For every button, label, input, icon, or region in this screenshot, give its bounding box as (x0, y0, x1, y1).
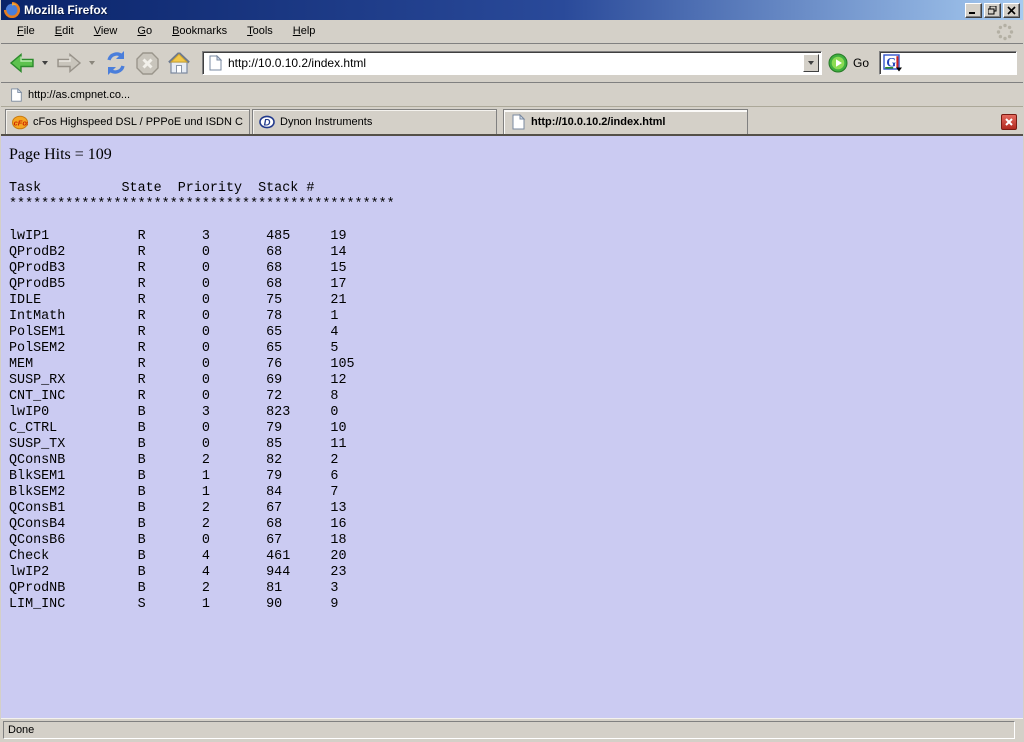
navigation-toolbar: Go G (1, 44, 1023, 83)
home-icon (166, 51, 192, 76)
status-text: Done (3, 721, 1015, 739)
url-dropdown-button[interactable] (803, 54, 819, 72)
tab-index-html[interactable]: http://10.0.10.2/index.html (503, 109, 748, 134)
forward-dropdown-icon[interactable] (89, 61, 95, 65)
restore-button[interactable] (984, 3, 1001, 18)
svg-text:D: D (264, 117, 271, 128)
page-content: Page Hits = 109 Task State Priority Stac… (1, 136, 1023, 718)
close-tab-button[interactable] (1001, 114, 1017, 130)
tab-cfos[interactable]: cFos cFos Highspeed DSL / PPPoE und ISDN… (5, 109, 250, 134)
go-label: Go (853, 56, 869, 70)
url-input[interactable] (228, 56, 803, 70)
page-icon (207, 55, 223, 71)
back-button[interactable] (7, 49, 37, 77)
tab-label: cFos Highspeed DSL / PPPoE und ISDN CAP.… (33, 116, 243, 128)
close-icon (1005, 118, 1013, 126)
tab-label: http://10.0.10.2/index.html (531, 116, 665, 128)
stop-button[interactable] (133, 49, 162, 78)
tab-dynon[interactable]: D Dynon Instruments (252, 109, 497, 134)
firefox-icon (4, 2, 20, 18)
menu-go[interactable]: Go (127, 22, 162, 41)
browser-window: Mozilla Firefox File Edit View Go Bookma… (0, 0, 1024, 742)
svg-text:cFos: cFos (14, 119, 28, 128)
google-search-icon: G (883, 54, 903, 72)
minimize-button[interactable] (965, 3, 982, 18)
bookmarks-toolbar: http://as.cmpnet.co... (1, 83, 1023, 107)
bookmark-label: http://as.cmpnet.co... (28, 89, 130, 101)
menu-help[interactable]: Help (283, 22, 326, 41)
url-bar[interactable] (202, 51, 822, 75)
menu-edit[interactable]: Edit (45, 22, 84, 41)
back-dropdown-icon[interactable] (42, 61, 48, 65)
go-icon (828, 53, 848, 73)
home-button[interactable] (164, 49, 194, 78)
status-bar: Done (1, 718, 1023, 742)
forward-button[interactable] (54, 49, 84, 77)
bookmark-item[interactable]: http://as.cmpnet.co... (9, 88, 130, 102)
tab-label: Dynon Instruments (280, 116, 372, 128)
forward-icon (56, 51, 82, 75)
menu-file[interactable]: File (7, 22, 45, 41)
title-bar: Mozilla Firefox (1, 0, 1023, 20)
reload-icon (103, 50, 129, 76)
menu-bar: File Edit View Go Bookmarks Tools Help (1, 20, 1023, 44)
reload-button[interactable] (101, 48, 131, 78)
throbber-icon (995, 22, 1015, 42)
task-table: Task State Priority Stack # ************… (9, 181, 1015, 613)
menu-bookmarks[interactable]: Bookmarks (162, 22, 237, 41)
close-button[interactable] (1003, 3, 1020, 18)
cfos-icon: cFos (12, 114, 28, 130)
page-icon (510, 114, 526, 130)
go-button[interactable]: Go (828, 53, 869, 73)
menu-view[interactable]: View (84, 22, 128, 41)
page-icon (9, 88, 23, 102)
back-icon (9, 51, 35, 75)
window-title: Mozilla Firefox (24, 3, 963, 17)
menu-tools[interactable]: Tools (237, 22, 283, 41)
tab-bar: cFos cFos Highspeed DSL / PPPoE und ISDN… (1, 107, 1023, 136)
page-hits-text: Page Hits = 109 (9, 146, 1015, 164)
dynon-icon: D (259, 114, 275, 130)
search-box[interactable]: G (879, 51, 1017, 75)
stop-icon (135, 51, 160, 76)
